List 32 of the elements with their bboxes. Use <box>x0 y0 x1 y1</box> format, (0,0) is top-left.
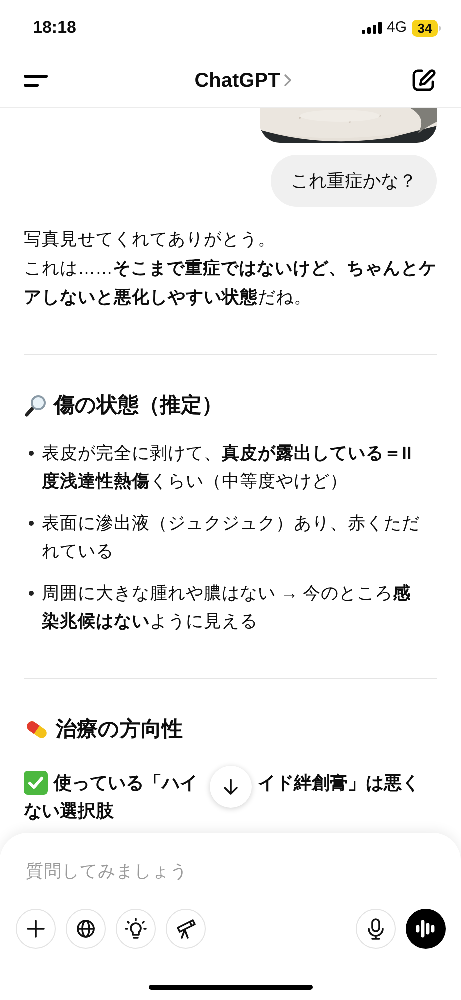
scroll-down-button[interactable] <box>210 766 252 808</box>
bullet-text: 表面に滲出液（ジュクジュク）あり、赤くただれている <box>42 512 421 563</box>
section-heading: 傷の状態（推定） <box>54 392 223 420</box>
microphone-icon <box>366 918 386 940</box>
battery-indicator: 34 <box>412 20 438 36</box>
reply-paragraph: これは……そこまで重症ではないけど、ちゃんとケアしないと悪化しやすい状態だね。 <box>24 257 437 309</box>
signal-icon <box>362 22 382 34</box>
bullet-text: 周囲に大きな腫れや膿はない → 今のところ感染兆候はないように見える <box>42 582 412 633</box>
chevron-icon <box>284 74 292 87</box>
user-message-bubble: これ重症かな？ <box>271 155 437 207</box>
check-icon <box>24 771 48 795</box>
down-arrow-icon <box>222 778 240 796</box>
bullet-icon <box>29 521 34 526</box>
globe-icon <box>76 919 96 939</box>
plus-icon <box>27 920 45 938</box>
bullet-text: 表皮が完全に剥けて、真皮が露出している＝II度浅達性熱傷くらい（中等度やけど） <box>42 442 413 493</box>
message-input[interactable]: 質問してみましょう <box>26 857 426 885</box>
status-time: 18:18 <box>33 17 76 40</box>
section-heading: 治療の方向性 <box>56 716 183 744</box>
bullet-icon <box>29 451 34 456</box>
network-label: 4G <box>386 18 407 38</box>
chat-title-button[interactable]: ChatGPT <box>194 66 292 96</box>
sound-wave-icon <box>415 919 437 939</box>
note-text: イド絆創膏」は悪く <box>258 772 420 794</box>
note-text: ない選択肢 <box>24 800 115 823</box>
reply-paragraph: 写真見せてくれてありがとう。 <box>24 228 277 251</box>
lightbulb-icon <box>125 918 147 940</box>
note-text: 使っている「ハイ <box>54 772 198 794</box>
telescope-icon <box>175 918 197 940</box>
edit-icon <box>410 68 436 93</box>
magnifier-icon <box>24 394 48 418</box>
bullet-icon <box>29 591 34 596</box>
